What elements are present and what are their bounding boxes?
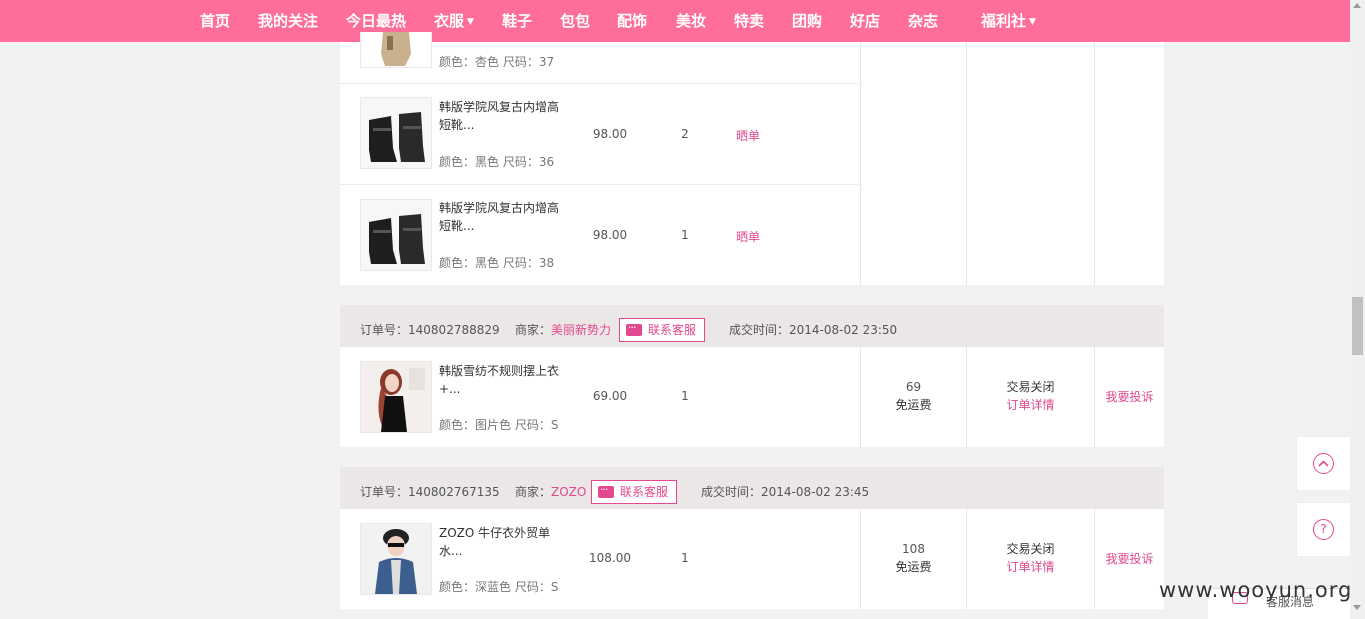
product-name[interactable]: ZOZO 牛仔衣外贸单水... xyxy=(439,524,569,560)
attr-label: 颜色：黑色 尺码： xyxy=(439,155,539,169)
order-number-value: 140802767135 xyxy=(408,485,500,499)
unit-price: 69.00 xyxy=(592,389,628,403)
size-value: 37 xyxy=(538,55,555,69)
quantity: 1 xyxy=(681,551,689,565)
help-button[interactable]: ? xyxy=(1296,502,1351,557)
product-thumbnail[interactable] xyxy=(360,523,432,595)
share-order-link[interactable]: 晒单 xyxy=(736,228,760,245)
product-name[interactable]: 韩版雪纺不规则摆上衣+... xyxy=(439,362,569,398)
complaint-link[interactable]: 我要投诉 xyxy=(1095,388,1164,406)
order-number-label: 订单号： xyxy=(360,485,409,499)
total-amount: 108 xyxy=(902,542,925,556)
product-attributes: 颜色：杏色 尺码：37 xyxy=(439,53,554,70)
product-name[interactable]: 韩版学院风复古内增高短靴... xyxy=(439,98,569,134)
size-value: S xyxy=(550,580,559,594)
chat-icon xyxy=(598,479,614,501)
product-thumbnail[interactable] xyxy=(360,97,432,169)
share-order-link[interactable]: 晒单 xyxy=(736,127,760,144)
order-total: 69 免运费 xyxy=(861,378,966,414)
nav-my-follows[interactable]: 我的关注 xyxy=(258,0,318,42)
nav-home[interactable]: 首页 xyxy=(200,0,230,42)
attr-label: 颜色：深蓝色 尺码： xyxy=(439,580,551,594)
product-thumbnail[interactable] xyxy=(360,199,432,271)
size-value: 38 xyxy=(538,256,555,270)
attr-label: 颜色：黑色 尺码： xyxy=(439,256,539,270)
order-detail-link[interactable]: 订单详情 xyxy=(967,558,1094,576)
attr-label: 颜色：杏色 尺码： xyxy=(439,55,539,69)
order-status: 交易关闭 订单详情 xyxy=(967,378,1094,414)
shop-link[interactable]: 美丽新势力 xyxy=(551,323,611,337)
shop-label: 商家： xyxy=(515,485,552,499)
order-detail-link[interactable]: 订单详情 xyxy=(967,396,1094,414)
order-number-value: 140802788829 xyxy=(408,323,500,337)
status-text: 交易关闭 xyxy=(1006,380,1055,394)
item-separator xyxy=(340,83,860,84)
shop-label: 商家： xyxy=(515,323,552,337)
unit-price: 108.00 xyxy=(589,551,631,565)
complaint-link[interactable]: 我要投诉 xyxy=(1095,550,1164,568)
product-attributes: 颜色：黑色 尺码：38 xyxy=(439,254,554,271)
status-text: 交易关闭 xyxy=(1006,542,1055,556)
product-name[interactable]: 韩版学院风复古内增高短靴... xyxy=(439,199,569,235)
shipping-info: 免运费 xyxy=(895,560,932,574)
shipping-info: 免运费 xyxy=(895,398,932,412)
order-block: ZOZO 牛仔衣外贸单水... 颜色：深蓝色 尺码：S 108.00 1 108… xyxy=(340,509,1164,609)
contact-service-button[interactable]: 联系客服 xyxy=(619,317,706,342)
product-attributes: 颜色：图片色 尺码：S xyxy=(439,416,558,433)
column-divider xyxy=(860,42,861,285)
deal-time-value: 2014-08-02 23:45 xyxy=(761,485,870,499)
order-block: 颜色：杏色 尺码：37 韩版学院风复古内增高短靴... 颜色：黑色 尺码：36 … xyxy=(340,32,1164,285)
order-list: 颜色：杏色 尺码：37 韩版学院风复古内增高短靴... 颜色：黑色 尺码：36 … xyxy=(340,0,1164,619)
deal-time-label: 成交时间： xyxy=(701,485,762,499)
scroll-down-arrow-icon[interactable] xyxy=(1353,605,1361,610)
chat-icon xyxy=(626,317,642,339)
chevron-up-icon xyxy=(1313,453,1334,474)
product-thumbnail[interactable] xyxy=(360,32,432,68)
order-block: 韩版雪纺不规则摆上衣+... 颜色：图片色 尺码：S 69.00 1 69 免运费… xyxy=(340,347,1164,447)
size-value: S xyxy=(550,418,559,432)
order-header: 订单号：140802788829 商家：美丽新势力 联系客服 成交时间：2014… xyxy=(340,305,1164,347)
contact-service-label: 联系客服 xyxy=(648,323,697,337)
help-icon: ? xyxy=(1313,519,1334,540)
order-header: 订单号：140802767135 商家：ZOZO 联系客服 成交时间：2014-… xyxy=(340,467,1164,509)
attr-label: 颜色：图片色 尺码： xyxy=(439,418,551,432)
scrollbar-thumb[interactable] xyxy=(1352,297,1363,355)
scroll-up-arrow-icon[interactable] xyxy=(1353,3,1361,8)
product-thumbnail[interactable] xyxy=(360,361,432,433)
product-attributes: 颜色：深蓝色 尺码：S xyxy=(439,578,558,595)
quantity: 2 xyxy=(681,127,689,141)
column-divider xyxy=(1094,42,1095,285)
shop-link[interactable]: ZOZO xyxy=(551,485,586,499)
order-number-label: 订单号： xyxy=(360,323,409,337)
product-attributes: 颜色：黑色 尺码：36 xyxy=(439,153,554,170)
size-value: 36 xyxy=(538,155,555,169)
contact-service-button[interactable]: 联系客服 xyxy=(591,479,678,504)
order-total: 108 免运费 xyxy=(861,540,966,576)
quantity: 1 xyxy=(681,228,689,242)
quantity: 1 xyxy=(681,389,689,403)
total-amount: 69 xyxy=(905,380,922,394)
back-to-top-button[interactable] xyxy=(1296,436,1351,491)
contact-service-label: 联系客服 xyxy=(620,485,669,499)
item-separator xyxy=(340,184,860,185)
order-status: 交易关闭 订单详情 xyxy=(967,540,1094,576)
column-divider xyxy=(966,42,967,285)
unit-price: 98.00 xyxy=(592,228,628,242)
deal-time-value: 2014-08-02 23:50 xyxy=(789,323,898,337)
watermark: www.wooyun.org xyxy=(1159,578,1353,602)
deal-time-label: 成交时间： xyxy=(729,323,790,337)
unit-price: 98.00 xyxy=(592,127,628,141)
